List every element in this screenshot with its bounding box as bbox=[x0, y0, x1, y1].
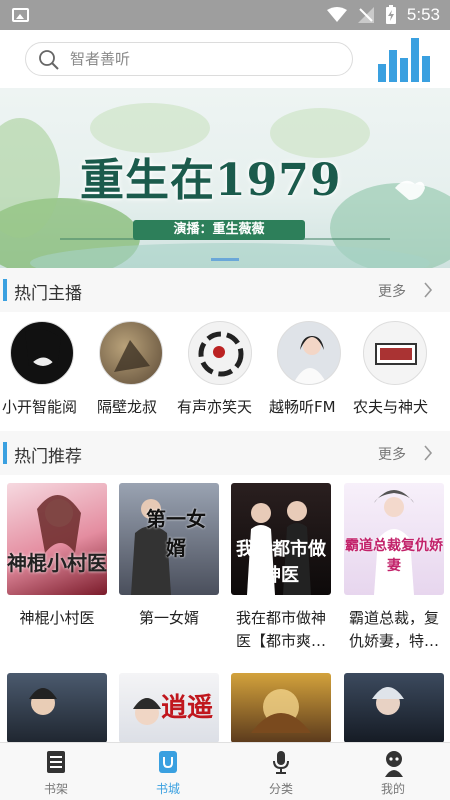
book-card[interactable] bbox=[344, 673, 444, 743]
bottom-tab-bar: 书架 书城 分类 我的 bbox=[0, 742, 450, 800]
anchor-item[interactable]: 小开智能阅 bbox=[0, 312, 90, 430]
status-bar: 5:53 bbox=[0, 0, 450, 30]
avatar bbox=[188, 321, 252, 385]
book-title: 第一女婿 bbox=[138, 609, 199, 627]
anchor-item[interactable]: 农夫与神犬 bbox=[353, 312, 443, 430]
status-time: 5:53 bbox=[406, 5, 440, 24]
tab-label: 书架 bbox=[43, 782, 68, 796]
book-card[interactable]: 我在都市做神医 我在都市做神医【都市爽… bbox=[231, 483, 331, 653]
search-bar[interactable] bbox=[25, 42, 353, 76]
hot-anchors-more-link[interactable]: 更多 bbox=[378, 281, 406, 301]
book-cover-title: 霸道总裁复仇娇妻 bbox=[345, 538, 443, 574]
book-title: 我在都市做神医【都市爽… bbox=[235, 609, 326, 650]
wifi-icon bbox=[326, 7, 347, 22]
book-card[interactable]: 逍遥 bbox=[119, 673, 219, 743]
section-accent-bar bbox=[3, 279, 7, 301]
book-card[interactable]: 第一女婿 第一女婿 bbox=[119, 483, 219, 653]
banner-indicator-active bbox=[211, 258, 239, 261]
promo-banner[interactable]: 重生在1979 演播：重生薇薇 bbox=[0, 88, 450, 268]
book-cover-title: 逍遥 bbox=[161, 693, 214, 723]
tab-label: 我的 bbox=[380, 782, 405, 796]
now-playing-equalizer-icon[interactable] bbox=[378, 36, 432, 82]
section-accent-bar bbox=[3, 442, 7, 464]
book-cover-title: 我在都市做神医 bbox=[236, 539, 326, 586]
gallery-notification-icon bbox=[12, 8, 29, 22]
anchor-name: 农夫与神犬 bbox=[353, 398, 429, 416]
avatar bbox=[99, 321, 163, 385]
bookstore-icon bbox=[159, 751, 177, 773]
search-icon bbox=[39, 50, 59, 70]
battery-charging-icon bbox=[385, 5, 396, 24]
book-card[interactable] bbox=[7, 673, 107, 743]
anchor-item[interactable]: 越畅听FM bbox=[267, 312, 357, 430]
anchor-item[interactable]: 隔壁龙叔 bbox=[89, 312, 179, 430]
avatar bbox=[277, 321, 341, 385]
book-cover: 神棍小村医 bbox=[7, 483, 107, 595]
hot-recommend-title: 热门推荐 bbox=[14, 447, 82, 467]
hot-anchors-list: 小开智能阅 隔壁龙叔 有声亦笑天 越畅听FM 农夫与神犬 bbox=[0, 312, 450, 430]
anchor-item[interactable]: 有声亦笑天 bbox=[177, 312, 268, 430]
book-cover: 霸道总裁复仇娇妻 bbox=[344, 483, 444, 595]
banner-narrator: 演播：重生薇薇 bbox=[133, 220, 305, 240]
book-cover: 第一女婿 bbox=[119, 483, 219, 595]
chevron-right-icon[interactable] bbox=[423, 282, 433, 298]
avatar bbox=[10, 321, 74, 385]
avatar bbox=[363, 321, 427, 385]
book-title: 神棍小村医 bbox=[19, 609, 95, 627]
hot-anchors-header: 热门主播 更多 bbox=[0, 268, 450, 312]
banner-page-indicator bbox=[0, 258, 450, 262]
no-signal-icon bbox=[357, 7, 374, 23]
tab-profile[interactable]: 我的 bbox=[337, 743, 449, 800]
profile-icon bbox=[385, 751, 403, 777]
tab-category[interactable]: 分类 bbox=[225, 743, 337, 800]
book-cover: 我在都市做神医 bbox=[231, 483, 331, 595]
tab-bookshelf[interactable]: 书架 bbox=[0, 743, 112, 800]
search-input[interactable] bbox=[70, 48, 340, 70]
banner-title: 重生在1979 bbox=[80, 155, 342, 206]
book-cover-title: 第一女婿 bbox=[146, 507, 206, 560]
anchor-name: 隔壁龙叔 bbox=[97, 398, 158, 416]
app-screen: 5:53 重生在197 bbox=[0, 0, 450, 800]
bookshelf-icon bbox=[47, 751, 65, 773]
chevron-right-icon[interactable] bbox=[423, 445, 433, 461]
hot-recommend-grid: 神棍小村医 神棍小村医 第一女婿 第一女婿 我在都市做神医 我在都市做神医【都市… bbox=[0, 475, 450, 745]
book-card[interactable]: 霸道总裁复仇娇妻 霸道总裁，复仇娇妻，特… bbox=[344, 483, 444, 653]
hot-recommend-header: 热门推荐 更多 bbox=[0, 431, 450, 475]
anchor-name: 有声亦笑天 bbox=[177, 398, 253, 416]
tab-bookstore[interactable]: 书城 bbox=[112, 743, 224, 800]
hot-anchors-title: 热门主播 bbox=[14, 284, 82, 304]
hot-recommend-more-link[interactable]: 更多 bbox=[378, 444, 406, 464]
search-header bbox=[0, 30, 450, 88]
microphone-icon bbox=[273, 751, 289, 774]
anchor-name: 越畅听FM bbox=[269, 398, 336, 416]
book-title: 霸道总裁，复仇娇妻，特… bbox=[348, 609, 439, 650]
tab-label: 书城 bbox=[155, 782, 180, 796]
book-cover-title: 神棍小村医 bbox=[7, 551, 107, 575]
anchor-name: 小开智能阅 bbox=[2, 398, 78, 416]
tab-label: 分类 bbox=[268, 782, 293, 796]
book-card[interactable]: 神棍小村医 神棍小村医 bbox=[7, 483, 107, 653]
book-card[interactable] bbox=[231, 673, 331, 743]
